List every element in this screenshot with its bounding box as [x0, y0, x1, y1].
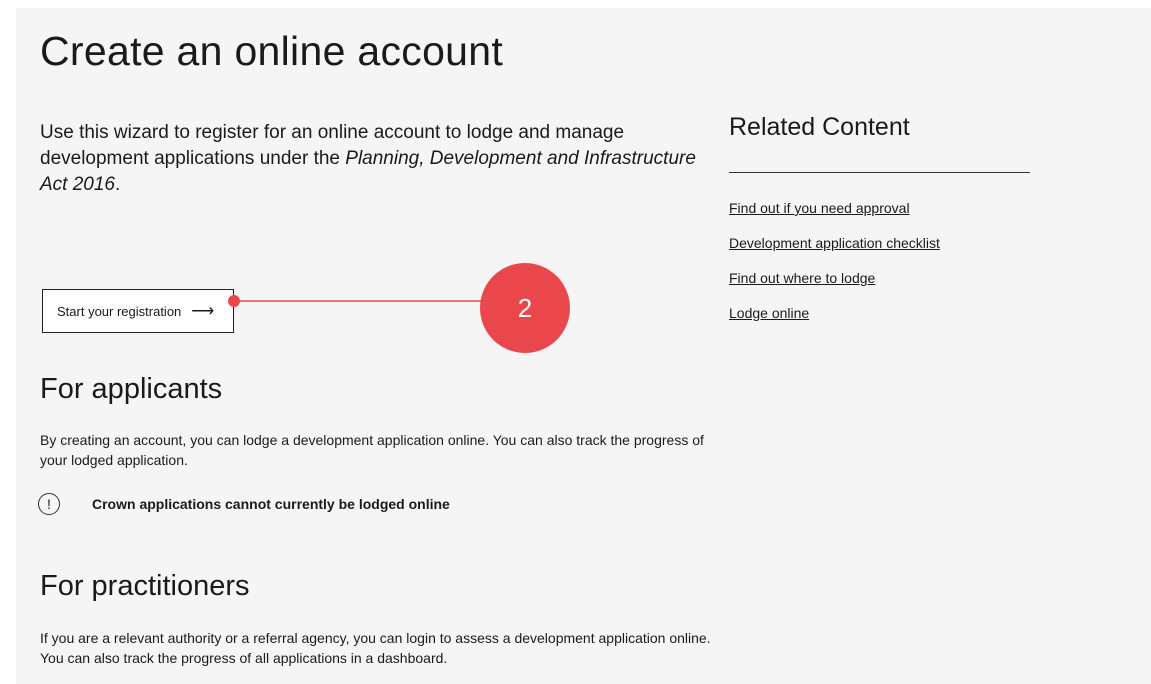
page-title: Create an online account — [40, 28, 504, 74]
applicants-text: By creating an account, you can lodge a … — [40, 432, 704, 468]
start-registration-label: Start your registration — [57, 303, 182, 319]
related-links-list: Find out if you need approval Developmen… — [729, 200, 940, 340]
link-development-application-checklist[interactable]: Development application checklist — [729, 235, 940, 251]
practitioners-heading: For practitioners — [40, 570, 250, 602]
related-content-title: Related Content — [729, 113, 910, 141]
related-link-item: Find out where to lodge — [729, 270, 940, 305]
crown-notice-text: Crown applications cannot currently be l… — [92, 496, 450, 512]
related-divider — [729, 172, 1030, 173]
practitioners-text: If you are a relevant authority or a ref… — [40, 630, 711, 666]
link-find-out-where-to-lodge[interactable]: Find out where to lodge — [729, 270, 875, 286]
page-container: Create an online account Use this wizard… — [16, 8, 1151, 684]
related-link-item: Development application checklist — [729, 235, 940, 270]
callout-number: 2 — [517, 293, 533, 323]
intro-text-end: . — [115, 174, 121, 195]
link-find-out-if-you-need-approval[interactable]: Find out if you need approval — [729, 200, 910, 216]
crown-notice: ! Crown applications cannot currently be… — [38, 493, 450, 515]
link-lodge-online[interactable]: Lodge online — [729, 305, 809, 321]
exclamation-icon: ! — [38, 493, 60, 515]
intro-text: Use this wizard to register for an onlin… — [40, 120, 710, 198]
start-registration-button[interactable]: Start your registration ⟶ — [42, 289, 234, 333]
related-link-item: Find out if you need approval — [729, 200, 940, 235]
arrow-right-icon: ⟶ — [191, 303, 215, 320]
related-link-item: Lodge online — [729, 305, 940, 340]
applicants-heading: For applicants — [40, 373, 223, 405]
